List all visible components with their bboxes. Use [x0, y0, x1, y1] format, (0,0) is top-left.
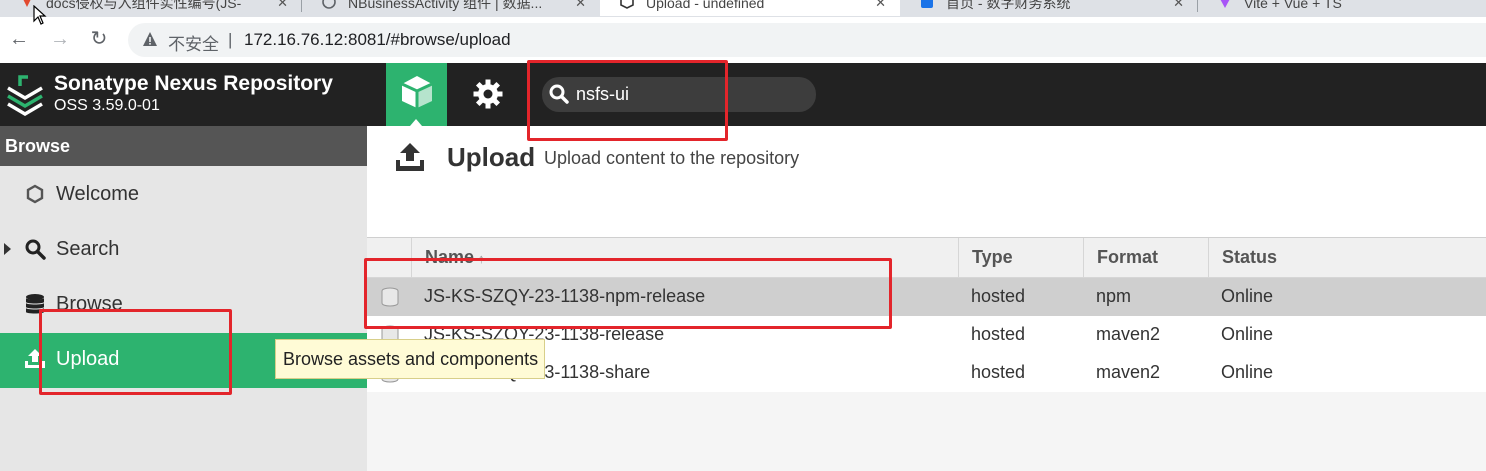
- close-icon[interactable]: ✕: [575, 0, 586, 12]
- tooltip: Browse assets and components: [275, 339, 546, 379]
- repo-format: maven2: [1096, 324, 1161, 344]
- repo-type: hosted: [971, 324, 1026, 344]
- column-header-label: Type: [972, 247, 1013, 267]
- sidebar-item-welcome[interactable]: Welcome: [0, 168, 367, 223]
- cube-icon: [401, 76, 433, 108]
- annotation-box-row: [364, 258, 892, 329]
- sidebar: Browse Welcome Search Browse Upload: [0, 126, 367, 471]
- sidebar-item-label: Welcome: [56, 183, 139, 205]
- repo-status: Online: [1221, 324, 1274, 344]
- repo-status: Online: [1221, 362, 1274, 382]
- magnifier-icon: [25, 239, 46, 260]
- repo-type: hosted: [971, 286, 1026, 306]
- column-header-format[interactable]: Format: [1083, 238, 1208, 278]
- reload-icon[interactable]: ↻: [87, 27, 111, 51]
- nexus-cube-icon: [620, 0, 634, 9]
- sidebar-item-search[interactable]: Search: [0, 223, 367, 278]
- browser-toolbar: ← → ↻ 不安全 | 172.16.76.12:8081/#browse/up…: [0, 17, 1486, 63]
- globe-icon: [322, 0, 336, 9]
- browser-tab-strip: docs侵权与入组件实性编号(JS- ✕ NBusinessActivity 组…: [0, 0, 1486, 17]
- annotation-box-search: [527, 60, 728, 141]
- annotation-box-upload: [39, 309, 232, 395]
- repo-format: npm: [1096, 286, 1132, 306]
- column-header-type[interactable]: Type: [958, 238, 1083, 278]
- app-icon: [921, 0, 933, 8]
- browse-mode-button[interactable]: [386, 63, 447, 126]
- close-icon[interactable]: ✕: [277, 0, 288, 12]
- forward-icon[interactable]: →: [48, 27, 72, 51]
- page-header: Upload Upload content to the repository: [367, 126, 1486, 237]
- browser-tab-active[interactable]: Upload - undefined ✕: [600, 0, 900, 16]
- gitlab-icon: [23, 0, 31, 7]
- browser-tab-label: docs侵权与入组件实性编号(JS-: [46, 0, 242, 11]
- browser-tab[interactable]: Vite + Vue + TS: [1198, 0, 1486, 16]
- admin-settings-button[interactable]: [466, 76, 510, 114]
- page-title: Upload: [447, 142, 536, 172]
- expand-arrow-icon[interactable]: [4, 243, 11, 255]
- close-icon[interactable]: ✕: [875, 0, 886, 12]
- app-title: Sonatype Nexus Repository: [54, 72, 333, 95]
- hexagon-icon: [26, 184, 44, 204]
- omnibox-divider: |: [228, 30, 233, 49]
- selected-caret: [410, 119, 422, 126]
- page-subtitle: Upload content to the repository: [544, 148, 800, 168]
- mouse-cursor-icon: [33, 5, 47, 25]
- sidebar-item-label: Search: [56, 238, 120, 260]
- column-header-label: Status: [1222, 247, 1278, 267]
- upload-icon: [396, 143, 424, 171]
- browser-tab-label: 首页 - 数字财务系统: [946, 0, 1071, 11]
- nexus-header: Sonatype Nexus Repository OSS 3.59.0-01: [0, 63, 1486, 126]
- browser-tab[interactable]: NBusinessActivity 组件 | 数据... ✕: [302, 0, 600, 16]
- back-icon[interactable]: ←: [7, 27, 31, 51]
- warning-icon[interactable]: [142, 31, 158, 47]
- app-version: OSS 3.59.0-01: [54, 97, 160, 114]
- address-bar[interactable]: 不安全 | 172.16.76.12:8081/#browse/upload: [128, 23, 1486, 57]
- column-header-status[interactable]: Status: [1208, 238, 1486, 278]
- column-header-label: Format: [1097, 247, 1159, 267]
- sidebar-heading: Browse: [0, 126, 367, 166]
- repo-format: maven2: [1096, 362, 1161, 382]
- close-icon[interactable]: ✕: [1173, 0, 1184, 12]
- browser-tab-label: Upload - undefined: [646, 0, 765, 11]
- vite-icon: [1220, 0, 1230, 8]
- insecure-label[interactable]: 不安全: [168, 30, 219, 55]
- browser-tab[interactable]: 首页 - 数字财务系统 ✕: [900, 0, 1198, 16]
- browser-tab-label: Vite + Vue + TS: [1244, 0, 1342, 11]
- url-text[interactable]: 172.16.76.12:8081/#browse/upload: [244, 30, 511, 50]
- repo-status: Online: [1221, 286, 1274, 306]
- gear-icon: [473, 79, 503, 109]
- sonatype-logo-icon[interactable]: [6, 74, 44, 116]
- browser-tab-label: NBusinessActivity 组件 | 数据...: [348, 0, 543, 11]
- repo-type: hosted: [971, 362, 1026, 382]
